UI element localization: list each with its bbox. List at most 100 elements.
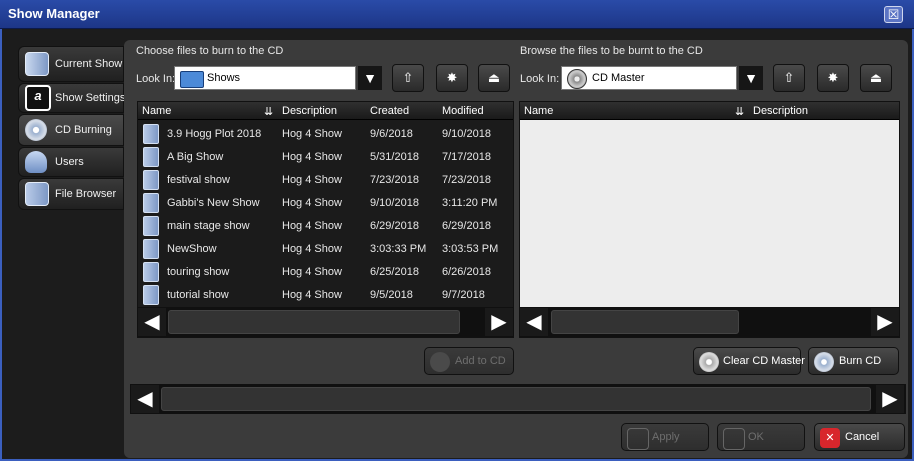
- table-row[interactable]: tutorial show Hog 4 Show 9/5/2018 9/7/20…: [138, 283, 513, 306]
- row-name: NewShow: [167, 243, 217, 255]
- cancel-icon: ✕: [820, 428, 840, 448]
- scroll-right-arrow-icon[interactable]: ▶: [485, 308, 513, 336]
- settings-icon: a: [25, 85, 51, 111]
- look-in-select[interactable]: Shows: [174, 66, 356, 90]
- burn-cd-label: Burn CD: [839, 355, 882, 367]
- show-file-icon: [143, 216, 159, 236]
- row-name: A Big Show: [167, 151, 224, 163]
- row-created: 3:03:33 PM: [370, 243, 427, 255]
- left-file-list: Name ⇊ Description Created Modified 3.9 …: [137, 101, 514, 338]
- row-modified: 9/7/2018: [442, 289, 485, 301]
- row-description: Hog 4 Show: [282, 151, 342, 163]
- sidebar-item-label: Current Show: [55, 58, 123, 70]
- look-in-dropdown-button[interactable]: ▼: [358, 66, 382, 90]
- scroll-thumb[interactable]: [551, 310, 739, 334]
- row-description: Hog 4 Show: [282, 128, 342, 140]
- scroll-thumb[interactable]: [168, 310, 460, 334]
- row-description: Hog 4 Show: [282, 197, 342, 209]
- show-file-icon: [143, 285, 159, 305]
- column-header-description[interactable]: Description: [753, 105, 808, 117]
- up-folder-icon: ⇧: [783, 70, 795, 85]
- ok-button[interactable]: OK: [717, 423, 805, 451]
- add-to-cd-label: Add to CD: [455, 355, 506, 367]
- row-name: 3.9 Hogg Plot 2018: [167, 128, 262, 140]
- look-in-label: Look In:: [136, 73, 176, 85]
- scroll-left-arrow-icon[interactable]: ◀: [520, 308, 548, 336]
- scroll-right-arrow-icon[interactable]: ▶: [871, 308, 899, 336]
- column-header-modified[interactable]: Modified: [442, 105, 484, 117]
- right-file-list: Name ⇊ Description: [519, 101, 900, 338]
- row-modified: 3:11:20 PM: [442, 197, 498, 209]
- add-to-cd-button[interactable]: Add to CD: [424, 347, 514, 375]
- sort-icon: ⇊: [264, 106, 274, 118]
- folder-icon: [180, 71, 204, 88]
- row-modified: 7/17/2018: [442, 151, 491, 163]
- row-created: 9/10/2018: [370, 197, 419, 209]
- column-header-description[interactable]: Description: [282, 105, 337, 117]
- list-header: Name ⇊ Description Created Modified: [138, 102, 513, 120]
- sidebar-item-label: Show Settings: [55, 92, 126, 104]
- scroll-left-arrow-icon[interactable]: ◀: [138, 308, 166, 336]
- table-row[interactable]: NewShow Hog 4 Show 3:03:33 PM 3:03:53 PM: [138, 237, 513, 260]
- table-row[interactable]: main stage show Hog 4 Show 6/29/2018 6/2…: [138, 214, 513, 237]
- look-in-dropdown-button[interactable]: ▼: [739, 66, 763, 90]
- title-bar: [0, 0, 914, 29]
- row-name: main stage show: [167, 220, 250, 232]
- show-file-icon: [143, 170, 159, 190]
- table-row[interactable]: Gabbi's New Show Hog 4 Show 9/10/2018 3:…: [138, 191, 513, 214]
- column-header-name[interactable]: Name: [142, 105, 171, 117]
- eject-button[interactable]: ⏏: [478, 64, 510, 92]
- table-row[interactable]: 3.9 Hogg Plot 2018 Hog 4 Show 9/6/2018 9…: [138, 122, 513, 145]
- table-row[interactable]: A Big Show Hog 4 Show 5/31/2018 7/17/201…: [138, 145, 513, 168]
- new-folder-button[interactable]: ✸: [817, 64, 849, 92]
- left-heading: Choose files to burn to the CD: [136, 45, 284, 57]
- column-header-created[interactable]: Created: [370, 105, 409, 117]
- row-created: 6/29/2018: [370, 220, 419, 232]
- scroll-right-arrow-icon[interactable]: ▶: [876, 385, 904, 413]
- user-icon: [25, 151, 47, 173]
- cancel-label: Cancel: [845, 431, 880, 443]
- sidebar-item-show-settings[interactable]: a Show Settings: [18, 83, 126, 113]
- eject-icon: ⏏: [487, 70, 501, 85]
- cd-icon: [567, 69, 587, 89]
- clear-cd-master-button[interactable]: Clear CD Master: [693, 347, 805, 375]
- apply-button[interactable]: Apply: [621, 423, 709, 451]
- up-folder-button[interactable]: ⇧: [392, 64, 424, 92]
- row-description: Hog 4 Show: [282, 289, 342, 301]
- row-description: Hog 4 Show: [282, 243, 342, 255]
- sidebar-item-cd-burning[interactable]: CD Burning: [18, 114, 124, 146]
- up-folder-button[interactable]: ⇧: [773, 64, 805, 92]
- sort-icon: ⇊: [735, 106, 745, 118]
- row-created: 7/23/2018: [370, 174, 419, 186]
- scroll-thumb[interactable]: [161, 387, 871, 411]
- show-file-icon: [143, 147, 159, 167]
- sidebar-item-file-browser[interactable]: File Browser: [18, 178, 124, 210]
- look-in-label: Look In:: [520, 73, 560, 85]
- cancel-button[interactable]: ✕ Cancel: [814, 423, 905, 451]
- sidebar-item-users[interactable]: Users: [18, 147, 124, 177]
- burn-cd-button[interactable]: Burn CD: [808, 347, 899, 375]
- show-file-icon: [143, 262, 159, 282]
- new-folder-icon: ✸: [827, 70, 839, 85]
- sidebar-item-current-show[interactable]: Current Show: [18, 46, 124, 82]
- table-row[interactable]: touring show Hog 4 Show 6/25/2018 6/26/2…: [138, 260, 513, 283]
- row-created: 6/25/2018: [370, 266, 419, 278]
- show-file-icon: [25, 52, 49, 76]
- row-name: touring show: [167, 266, 230, 278]
- look-in-select[interactable]: CD Master: [561, 66, 737, 90]
- up-folder-icon: ⇧: [402, 70, 414, 85]
- window-title: Show Manager: [8, 6, 100, 21]
- add-cd-icon: [430, 352, 450, 372]
- scroll-left-arrow-icon[interactable]: ◀: [131, 385, 159, 413]
- new-folder-button[interactable]: ✸: [436, 64, 468, 92]
- file-browser-icon: [25, 182, 49, 206]
- clear-cd-master-label: Clear CD Master: [723, 355, 805, 367]
- eject-button[interactable]: ⏏: [860, 64, 892, 92]
- column-header-name[interactable]: Name: [524, 105, 553, 117]
- look-in-value: CD Master: [592, 72, 645, 84]
- close-button[interactable]: ☒: [884, 6, 903, 23]
- clear-cd-icon: [699, 352, 719, 372]
- eject-icon: ⏏: [869, 70, 883, 85]
- table-row[interactable]: festival show Hog 4 Show 7/23/2018 7/23/…: [138, 168, 513, 191]
- new-folder-icon: ✸: [446, 70, 458, 85]
